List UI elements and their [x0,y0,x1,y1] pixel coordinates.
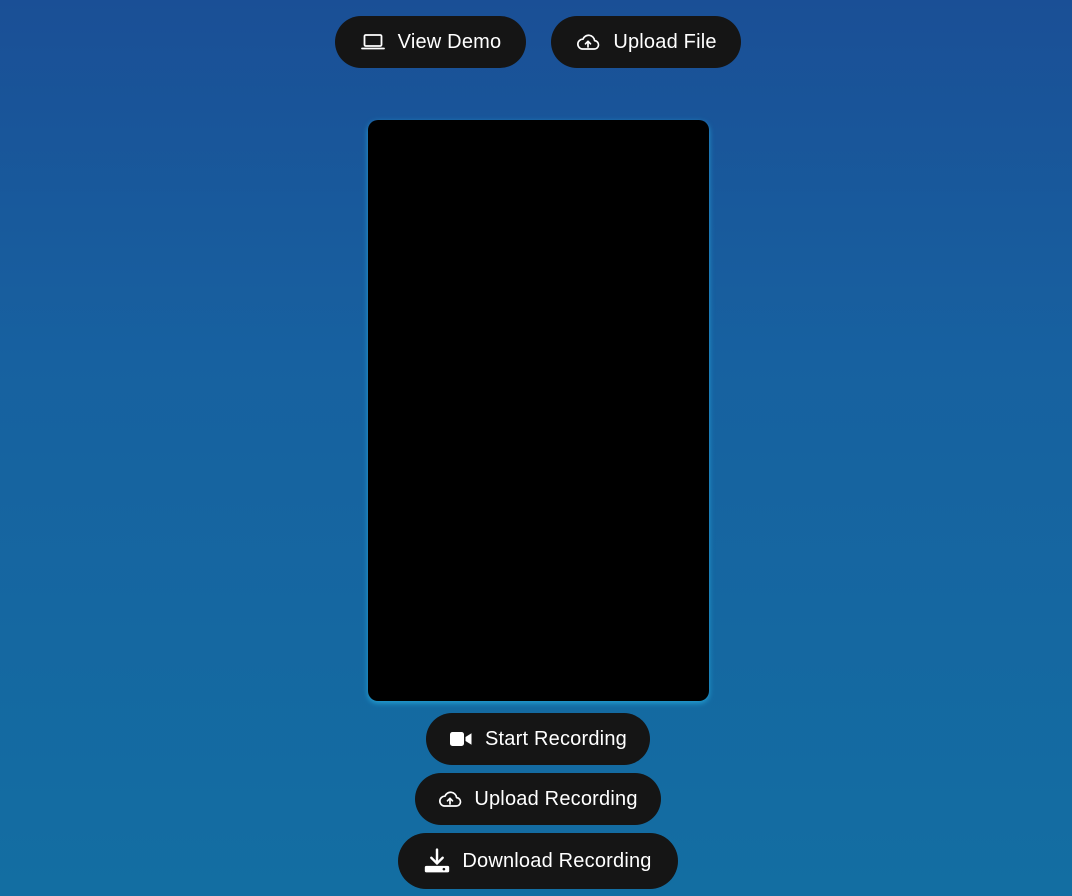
cloud-upload-icon [575,29,601,55]
view-demo-button[interactable]: View Demo [335,16,526,68]
upload-recording-button[interactable]: Upload Recording [415,773,661,825]
upload-file-label: Upload File [613,31,717,53]
download-recording-label: Download Recording [462,850,652,872]
video-camera-icon [449,726,473,752]
laptop-icon [360,29,386,55]
download-recording-button[interactable]: Download Recording [398,833,678,889]
video-preview [368,120,709,701]
start-recording-label: Start Recording [485,728,627,750]
view-demo-label: View Demo [397,31,502,53]
start-recording-button[interactable]: Start Recording [426,713,650,765]
download-icon [424,848,450,874]
upload-recording-label: Upload Recording [474,788,638,810]
cloud-upload-icon [438,786,462,812]
upload-file-button[interactable]: Upload File [551,16,741,68]
